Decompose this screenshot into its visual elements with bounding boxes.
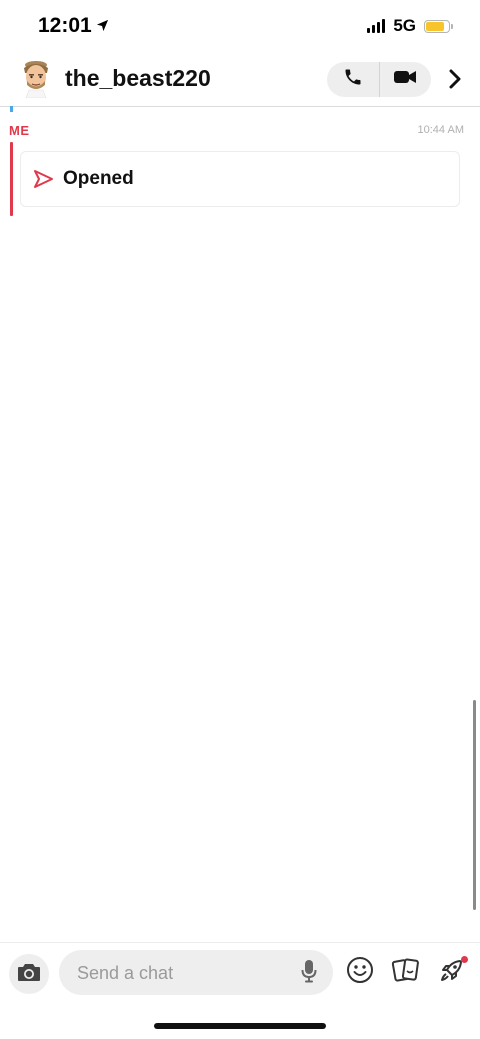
sticker-icon — [391, 956, 421, 989]
message-timestamp: 10:44 AM — [417, 124, 464, 136]
status-bar: 12:01 5G — [0, 0, 480, 52]
camera-icon — [17, 962, 41, 987]
clock-text: 12:01 — [38, 14, 92, 37]
sender-accent-bar — [10, 142, 13, 216]
video-call-button[interactable] — [380, 62, 432, 97]
rocket-button[interactable] — [437, 956, 468, 987]
chat-input[interactable] — [75, 950, 289, 997]
home-indicator[interactable] — [154, 1023, 326, 1029]
chat-title[interactable]: the_beast220 — [65, 65, 211, 92]
camera-button[interactable] — [9, 954, 49, 994]
network-type: 5G — [393, 16, 416, 35]
sticker-button[interactable] — [391, 957, 421, 987]
call-button-group — [327, 62, 431, 97]
status-indicators: 5G — [367, 16, 453, 36]
emoji-button[interactable] — [345, 956, 375, 989]
message-status-text: Opened — [63, 168, 134, 189]
battery-icon — [424, 19, 453, 33]
emoji-icon — [346, 956, 374, 989]
avatar[interactable] — [20, 60, 52, 99]
signal-icon — [367, 19, 386, 33]
chevron-right-icon[interactable] — [444, 68, 466, 90]
location-arrow-icon — [96, 14, 109, 38]
status-time: 12:01 — [38, 14, 109, 38]
mic-button[interactable] — [299, 959, 319, 988]
notification-dot — [461, 956, 468, 963]
message-status-card[interactable]: Opened — [20, 151, 460, 207]
voice-call-button[interactable] — [327, 62, 379, 97]
chat-input-bar — [0, 942, 480, 1003]
chat-header: the_beast220 — [0, 52, 480, 107]
phone-icon — [343, 67, 363, 92]
previous-message-bar — [10, 106, 13, 112]
opened-arrow-icon — [32, 168, 54, 190]
video-icon — [393, 68, 417, 91]
mic-icon — [301, 959, 317, 988]
message-sender: ME — [9, 123, 30, 138]
chat-input-field — [59, 950, 333, 997]
scrollbar[interactable] — [473, 700, 476, 910]
battery-level — [426, 21, 444, 31]
